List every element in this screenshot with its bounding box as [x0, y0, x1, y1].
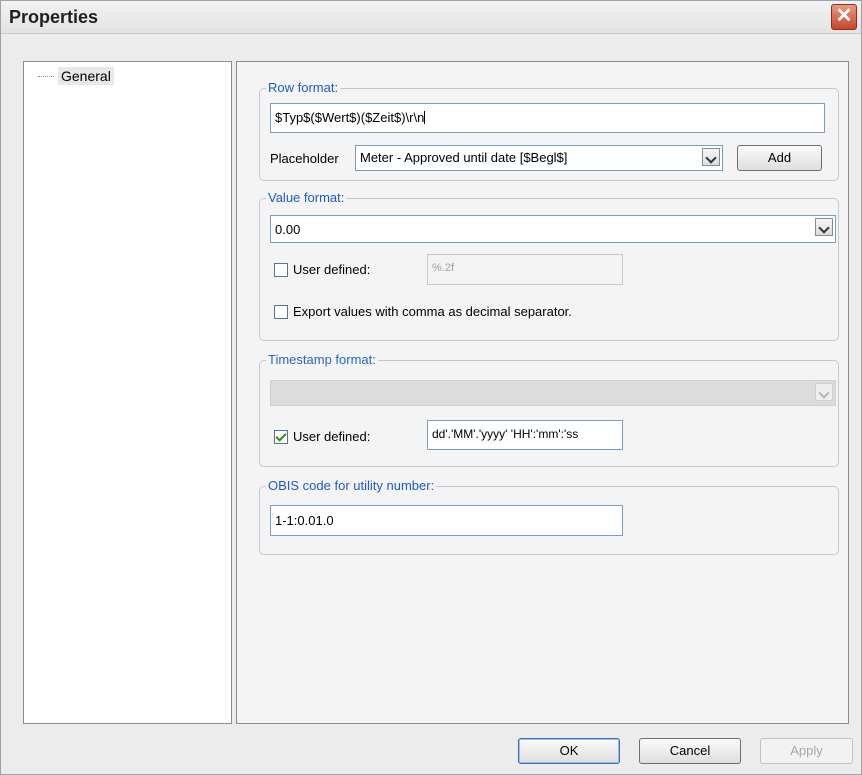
value-format-legend: Value format: [266, 190, 347, 205]
row-format-value: $Typ$($Wert$)($Zeit$)\r\n [275, 110, 425, 125]
placeholder-selected: Meter - Approved until date [$Begl$] [360, 150, 568, 165]
chevron-down-icon[interactable] [815, 383, 833, 401]
tree-connector [38, 76, 54, 77]
add-button[interactable]: Add [737, 145, 822, 171]
obis-value: 1-1:0.01.0 [275, 513, 334, 528]
value-user-defined-value: %.2f [432, 262, 455, 274]
ok-button[interactable]: OK [518, 738, 620, 764]
obis-legend: OBIS code for utility number: [266, 478, 437, 493]
export-comma-checkbox[interactable] [274, 305, 288, 319]
window-title: Properties [9, 7, 99, 27]
placeholder-select[interactable]: Meter - Approved until date [$Begl$] [355, 145, 723, 171]
timestamp-format-select[interactable] [270, 380, 836, 406]
row-format-legend: Row format: [266, 80, 341, 95]
value-user-defined-label: User defined: [293, 262, 371, 277]
title-bar[interactable]: Properties ✕ [1, 1, 861, 34]
close-button[interactable]: ✕ [831, 4, 857, 30]
value-format-group: Value format: 0.00 User defined: %.2f Ex… [259, 190, 839, 341]
timestamp-user-defined-input[interactable]: dd'.'MM'.'yyyy' 'HH':'mm':'ss [427, 420, 623, 450]
text-cursor [424, 111, 426, 124]
settings-panel: Row format: $Typ$($Wert$)($Zeit$)\r\n Pl… [236, 61, 849, 724]
chevron-down-icon[interactable] [815, 218, 833, 236]
timestamp-user-defined-checkbox[interactable] [274, 430, 288, 444]
export-comma-label: Export values with comma as decimal sepa… [293, 304, 572, 319]
value-format-selected: 0.00 [275, 222, 301, 237]
obis-input[interactable]: 1-1:0.01.0 [270, 505, 623, 536]
placeholder-label: Placeholder [270, 151, 339, 166]
apply-button[interactable]: Apply [760, 738, 853, 764]
timestamp-format-group: Timestamp format: User defined: dd'.'MM'… [259, 352, 839, 467]
row-format-group: Row format: $Typ$($Wert$)($Zeit$)\r\n Pl… [259, 80, 839, 181]
cancel-button[interactable]: Cancel [639, 738, 741, 764]
timestamp-user-defined-value: dd'.'MM'.'yyyy' 'HH':'mm':'ss [432, 427, 579, 441]
timestamp-user-defined-label: User defined: [293, 429, 371, 444]
properties-dialog: Properties ✕ General Row format: $Typ$($… [0, 0, 862, 775]
row-format-input[interactable]: $Typ$($Wert$)($Zeit$)\r\n [270, 103, 825, 133]
obis-group: OBIS code for utility number: 1-1:0.01.0 [259, 478, 839, 555]
close-icon: ✕ [835, 5, 853, 27]
value-format-select[interactable]: 0.00 [270, 215, 836, 243]
tree-item-general[interactable]: General [58, 67, 114, 85]
navigation-tree: General [23, 61, 232, 724]
value-user-defined-checkbox[interactable] [274, 263, 288, 277]
timestamp-format-legend: Timestamp format: [266, 352, 378, 367]
chevron-down-icon[interactable] [702, 148, 720, 166]
value-user-defined-input[interactable]: %.2f [427, 254, 623, 285]
